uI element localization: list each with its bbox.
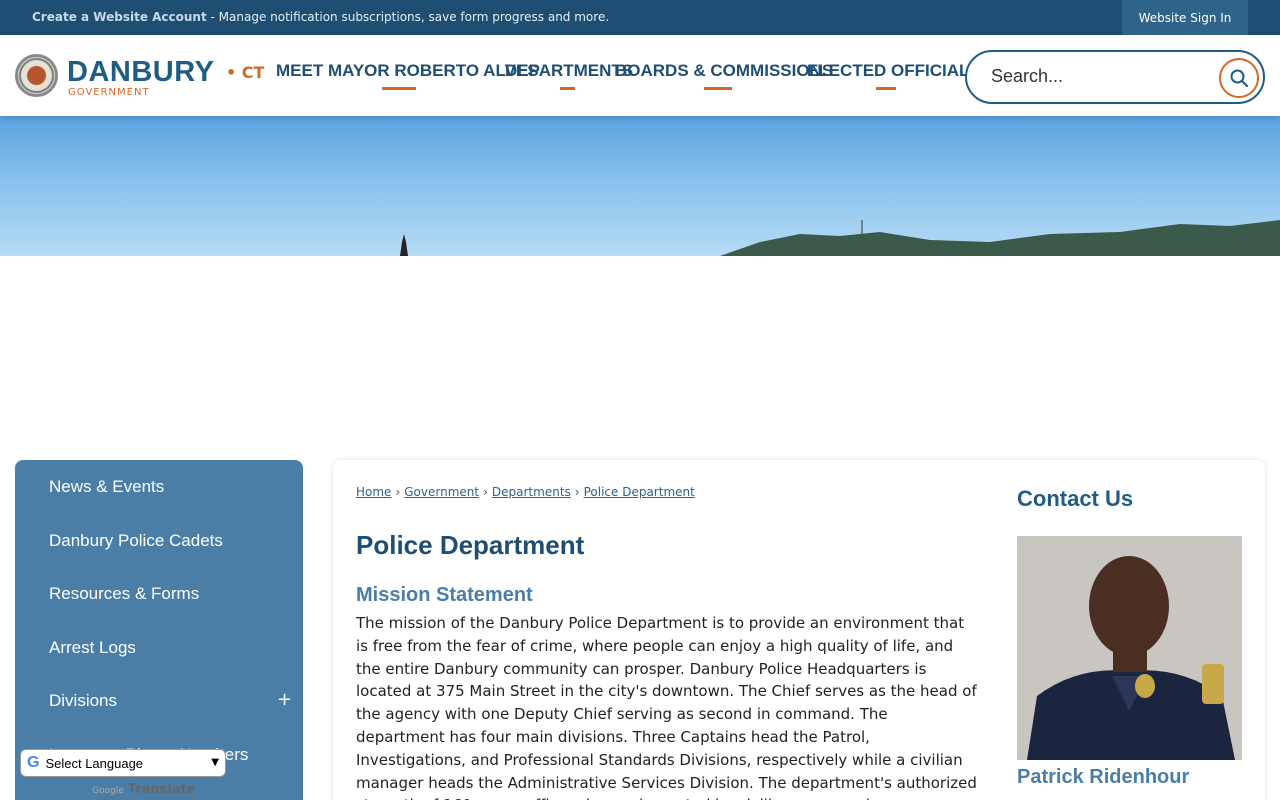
translate-label[interactable]: Translate bbox=[128, 782, 196, 797]
expand-divisions-icon[interactable]: + bbox=[277, 689, 292, 710]
nav-boards-commissions[interactable]: BOARDS & COMMISSIONS bbox=[615, 61, 833, 81]
sidebar-item-divisions[interactable]: Divisions bbox=[49, 691, 117, 711]
language-select[interactable]: G Select Language ▼ bbox=[20, 749, 226, 777]
google-g-icon: G bbox=[27, 754, 40, 771]
breadcrumb-separator: › bbox=[574, 485, 580, 499]
google-wordmark: Google bbox=[92, 786, 124, 796]
nav-elected-underline bbox=[876, 87, 896, 90]
page-title: Police Department bbox=[356, 530, 585, 560]
hero-banner-image bbox=[0, 116, 1280, 256]
search-box bbox=[965, 50, 1265, 104]
mountain-skyline-image bbox=[400, 220, 1280, 256]
chief-portrait-image bbox=[1017, 536, 1242, 760]
utility-bar: Create a Website Account - Manage notifi… bbox=[0, 0, 1280, 35]
city-seal-icon[interactable] bbox=[15, 54, 58, 97]
account-message-text: - Manage notification subscriptions, sav… bbox=[206, 10, 610, 24]
breadcrumb-separator: › bbox=[395, 485, 401, 499]
contact-name[interactable]: Patrick Ridenhour bbox=[1017, 766, 1189, 789]
website-sign-in-button[interactable]: Website Sign In bbox=[1122, 0, 1248, 35]
account-message: Create a Website Account - Manage notifi… bbox=[32, 10, 609, 24]
nav-meet-mayor[interactable]: MEET MAYOR ROBERTO ALVES bbox=[276, 61, 539, 81]
police-chief-photo bbox=[1017, 536, 1242, 760]
search-input[interactable] bbox=[991, 66, 1191, 87]
logo-state: • CT bbox=[226, 63, 265, 82]
nav-meet-mayor-underline bbox=[382, 87, 416, 90]
nav-boards-underline bbox=[704, 87, 732, 90]
chevron-down-icon: ▼ bbox=[211, 757, 219, 768]
nav-departments-underline bbox=[560, 87, 575, 90]
mission-statement-text: The mission of the Danbury Police Depart… bbox=[356, 614, 977, 800]
breadcrumb-separator: › bbox=[483, 485, 488, 499]
breadcrumb-departments[interactable]: Departments bbox=[492, 485, 571, 499]
sidebar-item-news-events[interactable]: News & Events bbox=[49, 477, 164, 497]
nav-departments[interactable]: DEPARTMENTS bbox=[505, 61, 633, 81]
nav-elected-officials[interactable]: ELECTED OFFICIALS bbox=[807, 61, 981, 81]
search-button[interactable] bbox=[1219, 58, 1259, 98]
breadcrumb-government[interactable]: Government bbox=[404, 485, 479, 499]
breadcrumb: Home › Government › Departments › Police Depar… bbox=[356, 485, 695, 499]
search-icon bbox=[1230, 69, 1249, 88]
site-header: DANBURY GOVERNMENT • CT MEET MAYOR ROBER… bbox=[0, 35, 1280, 116]
breadcrumb-police-department[interactable]: Police Department bbox=[584, 485, 695, 499]
sidebar-item-resources-forms[interactable]: Resources & Forms bbox=[49, 584, 199, 604]
logo-subtitle: GOVERNMENT bbox=[68, 87, 150, 98]
sidebar-item-police-cadets[interactable]: Danbury Police Cadets bbox=[49, 531, 223, 551]
section-title-mission: Mission Statement bbox=[356, 584, 533, 606]
contact-us-heading: Contact Us bbox=[1017, 486, 1134, 511]
google-translate-attribution: Google Translate bbox=[92, 782, 196, 797]
language-select-label: Select Language bbox=[45, 755, 144, 771]
sidebar-item-arrest-logs[interactable]: Arrest Logs bbox=[49, 638, 136, 658]
breadcrumb-home[interactable]: Home bbox=[356, 485, 391, 499]
create-account-link[interactable]: Create a Website Account bbox=[32, 10, 207, 24]
logo-name[interactable]: DANBURY bbox=[67, 56, 214, 89]
